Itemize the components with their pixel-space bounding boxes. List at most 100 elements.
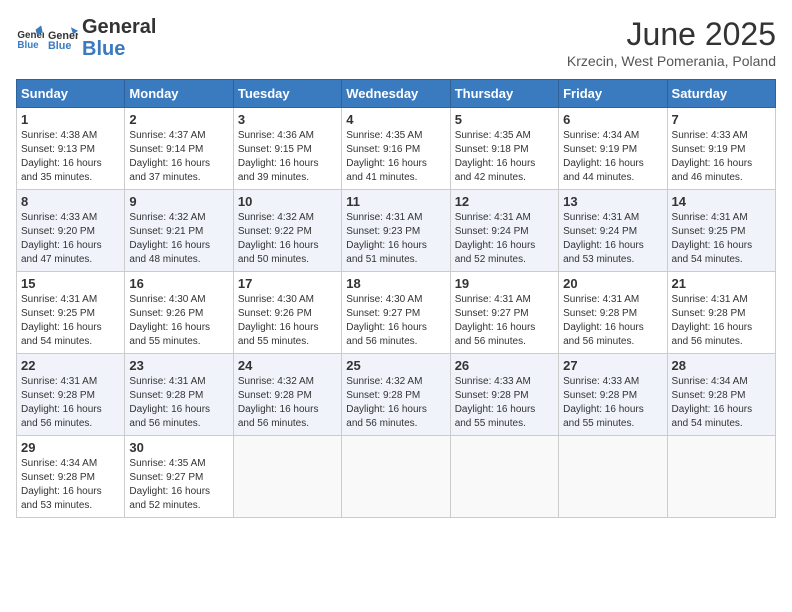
day-info: Sunrise: 4:34 AMSunset: 9:28 PMDaylight:…	[21, 457, 120, 513]
day-info: Sunrise: 4:31 AMSunset: 9:25 PMDaylight:…	[672, 211, 771, 267]
table-row: 26 Sunrise: 4:33 AMSunset: 9:28 PMDayligh…	[450, 354, 558, 436]
col-friday: Friday	[559, 80, 667, 108]
col-monday: Monday	[125, 80, 233, 108]
table-row: 14 Sunrise: 4:31 AMSunset: 9:25 PMDayligh…	[667, 190, 775, 272]
table-row	[342, 436, 450, 518]
day-info: Sunrise: 4:38 AMSunset: 9:13 PMDaylight:…	[21, 129, 120, 185]
table-row: 30Sunrise: 4:35 AMSunset: 9:27 PMDayligh…	[125, 436, 233, 518]
col-wednesday: Wednesday	[342, 80, 450, 108]
day-number: 28	[672, 358, 771, 373]
table-row: 28 Sunrise: 4:34 AMSunset: 9:28 PMDayligh…	[667, 354, 775, 436]
day-number: 1	[21, 112, 120, 127]
day-number: 13	[563, 194, 662, 209]
day-number: 27	[563, 358, 662, 373]
col-saturday: Saturday	[667, 80, 775, 108]
table-row: 24 Sunrise: 4:32 AMSunset: 9:28 PMDayligh…	[233, 354, 341, 436]
day-info: Sunrise: 4:33 AMSunset: 9:28 PMDaylight:…	[455, 375, 554, 431]
day-number: 7	[672, 112, 771, 127]
day-number: 2	[129, 112, 228, 127]
table-row: 4Sunrise: 4:35 AMSunset: 9:16 PMDaylight…	[342, 108, 450, 190]
day-info: Sunrise: 4:31 AMSunset: 9:28 PMDaylight:…	[563, 293, 662, 349]
table-row: 13 Sunrise: 4:31 AMSunset: 9:24 PMDayligh…	[559, 190, 667, 272]
day-number: 8	[21, 194, 120, 209]
subtitle: Krzecin, West Pomerania, Poland	[567, 53, 776, 69]
table-row: 20 Sunrise: 4:31 AMSunset: 9:28 PMDayligh…	[559, 272, 667, 354]
day-number: 5	[455, 112, 554, 127]
day-info: Sunrise: 4:31 AMSunset: 9:28 PMDaylight:…	[129, 375, 228, 431]
table-row: 23Sunrise: 4:31 AMSunset: 9:28 PMDayligh…	[125, 354, 233, 436]
day-info: Sunrise: 4:33 AMSunset: 9:20 PMDaylight:…	[21, 211, 120, 267]
table-row: 19Sunrise: 4:31 AMSunset: 9:27 PMDayligh…	[450, 272, 558, 354]
day-info: Sunrise: 4:34 AMSunset: 9:19 PMDaylight:…	[563, 129, 662, 185]
table-row: 25Sunrise: 4:32 AMSunset: 9:28 PMDayligh…	[342, 354, 450, 436]
table-row: 8 Sunrise: 4:33 AMSunset: 9:20 PMDaylight…	[17, 190, 125, 272]
svg-text:Blue: Blue	[48, 40, 71, 52]
col-tuesday: Tuesday	[233, 80, 341, 108]
day-info: Sunrise: 4:31 AMSunset: 9:24 PMDaylight:…	[563, 211, 662, 267]
day-number: 25	[346, 358, 445, 373]
day-number: 9	[129, 194, 228, 209]
day-number: 29	[21, 440, 120, 455]
day-number: 19	[455, 276, 554, 291]
day-info: Sunrise: 4:35 AMSunset: 9:18 PMDaylight:…	[455, 129, 554, 185]
day-number: 6	[563, 112, 662, 127]
day-info: Sunrise: 4:30 AMSunset: 9:26 PMDaylight:…	[238, 293, 337, 349]
day-info: Sunrise: 4:31 AMSunset: 9:28 PMDaylight:…	[21, 375, 120, 431]
calendar-week-row: 29 Sunrise: 4:34 AMSunset: 9:28 PMDayligh…	[17, 436, 776, 518]
day-number: 4	[346, 112, 445, 127]
day-info: Sunrise: 4:32 AMSunset: 9:28 PMDaylight:…	[238, 375, 337, 431]
table-row	[233, 436, 341, 518]
main-title: June 2025	[567, 16, 776, 53]
day-info: Sunrise: 4:31 AMSunset: 9:25 PMDaylight:…	[21, 293, 120, 349]
logo-general: General	[82, 16, 156, 38]
logo: General Blue General Blue General Blue	[16, 16, 156, 60]
table-row: 27 Sunrise: 4:33 AMSunset: 9:28 PMDayligh…	[559, 354, 667, 436]
day-info: Sunrise: 4:36 AMSunset: 9:15 PMDaylight:…	[238, 129, 337, 185]
table-row: 15 Sunrise: 4:31 AMSunset: 9:25 PMDayligh…	[17, 272, 125, 354]
day-info: Sunrise: 4:33 AMSunset: 9:28 PMDaylight:…	[563, 375, 662, 431]
logo-bird-icon: General Blue	[48, 23, 78, 53]
day-number: 3	[238, 112, 337, 127]
page-header: General Blue General Blue General Blue J…	[16, 16, 776, 69]
day-number: 18	[346, 276, 445, 291]
day-info: Sunrise: 4:32 AMSunset: 9:22 PMDaylight:…	[238, 211, 337, 267]
table-row: 16Sunrise: 4:30 AMSunset: 9:26 PMDayligh…	[125, 272, 233, 354]
calendar-week-row: 1 Sunrise: 4:38 AMSunset: 9:13 PMDaylight…	[17, 108, 776, 190]
logo-icon: General Blue	[16, 24, 44, 52]
table-row: 21 Sunrise: 4:31 AMSunset: 9:28 PMDayligh…	[667, 272, 775, 354]
day-info: Sunrise: 4:31 AMSunset: 9:24 PMDaylight:…	[455, 211, 554, 267]
svg-text:Blue: Blue	[17, 40, 39, 51]
day-number: 11	[346, 194, 445, 209]
table-row: 29 Sunrise: 4:34 AMSunset: 9:28 PMDayligh…	[17, 436, 125, 518]
table-row: 6 Sunrise: 4:34 AMSunset: 9:19 PMDaylight…	[559, 108, 667, 190]
day-number: 22	[21, 358, 120, 373]
table-row: 22 Sunrise: 4:31 AMSunset: 9:28 PMDayligh…	[17, 354, 125, 436]
day-number: 10	[238, 194, 337, 209]
col-thursday: Thursday	[450, 80, 558, 108]
table-row: 3 Sunrise: 4:36 AMSunset: 9:15 PMDaylight…	[233, 108, 341, 190]
day-number: 17	[238, 276, 337, 291]
day-number: 14	[672, 194, 771, 209]
table-row: 17 Sunrise: 4:30 AMSunset: 9:26 PMDayligh…	[233, 272, 341, 354]
day-number: 21	[672, 276, 771, 291]
day-info: Sunrise: 4:30 AMSunset: 9:26 PMDaylight:…	[129, 293, 228, 349]
day-number: 15	[21, 276, 120, 291]
day-info: Sunrise: 4:34 AMSunset: 9:28 PMDaylight:…	[672, 375, 771, 431]
day-number: 24	[238, 358, 337, 373]
table-row: 2 Sunrise: 4:37 AMSunset: 9:14 PMDaylight…	[125, 108, 233, 190]
day-number: 20	[563, 276, 662, 291]
day-number: 26	[455, 358, 554, 373]
title-area: June 2025 Krzecin, West Pomerania, Polan…	[567, 16, 776, 69]
table-row: 18Sunrise: 4:30 AMSunset: 9:27 PMDayligh…	[342, 272, 450, 354]
calendar-header-row: Sunday Monday Tuesday Wednesday Thursday…	[17, 80, 776, 108]
day-info: Sunrise: 4:37 AMSunset: 9:14 PMDaylight:…	[129, 129, 228, 185]
col-sunday: Sunday	[17, 80, 125, 108]
logo-blue: Blue	[82, 38, 156, 60]
table-row: 7 Sunrise: 4:33 AMSunset: 9:19 PMDaylight…	[667, 108, 775, 190]
day-info: Sunrise: 4:31 AMSunset: 9:28 PMDaylight:…	[672, 293, 771, 349]
table-row	[559, 436, 667, 518]
day-info: Sunrise: 4:35 AMSunset: 9:27 PMDaylight:…	[129, 457, 228, 513]
calendar-week-row: 15 Sunrise: 4:31 AMSunset: 9:25 PMDayligh…	[17, 272, 776, 354]
table-row	[667, 436, 775, 518]
day-info: Sunrise: 4:33 AMSunset: 9:19 PMDaylight:…	[672, 129, 771, 185]
